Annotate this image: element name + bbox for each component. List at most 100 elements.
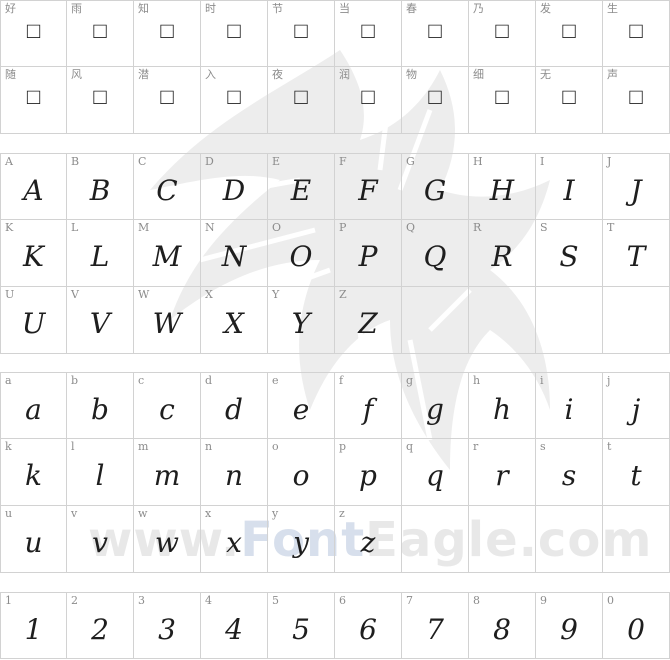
glyph-cell[interactable]: nn xyxy=(201,439,268,506)
missing-glyph-box: □ xyxy=(26,19,41,44)
glyph-cell[interactable]: rr xyxy=(469,439,536,506)
glyph-label: a xyxy=(5,374,12,387)
glyph-cell[interactable]: gg xyxy=(402,372,469,439)
glyph-cell[interactable]: 节 □ xyxy=(268,0,335,67)
glyph-cell[interactable]: ll xyxy=(67,439,134,506)
glyph-cell[interactable]: 夜 □ xyxy=(268,67,335,134)
glyph-cell[interactable]: 99 xyxy=(536,592,603,659)
glyph-cell[interactable]: YY xyxy=(268,287,335,354)
glyph-cell[interactable]: xx xyxy=(201,506,268,573)
glyph-cell[interactable]: 当 □ xyxy=(335,0,402,67)
glyph-cell[interactable]: ee xyxy=(268,372,335,439)
glyph-cell[interactable]: LL xyxy=(67,220,134,287)
glyph-cell[interactable]: 无 □ xyxy=(536,67,603,134)
glyph-cell[interactable]: hh xyxy=(469,372,536,439)
glyph-cell[interactable]: TT xyxy=(603,220,670,287)
glyph-cell[interactable]: UU xyxy=(0,287,67,354)
glyph-label: q xyxy=(406,440,414,453)
glyph-label: M xyxy=(138,221,150,234)
glyph-cell[interactable]: bb xyxy=(67,372,134,439)
glyph-cell[interactable]: 时 □ xyxy=(201,0,268,67)
glyph-cell[interactable]: yy xyxy=(268,506,335,573)
glyph-cell[interactable]: 物 □ xyxy=(402,67,469,134)
glyph-cell[interactable]: 入 □ xyxy=(201,67,268,134)
glyph-cell[interactable]: 33 xyxy=(134,592,201,659)
glyph-label: u xyxy=(5,507,13,520)
glyph-cell[interactable]: ff xyxy=(335,372,402,439)
glyph-cell[interactable]: 随 □ xyxy=(0,67,67,134)
glyph-cell[interactable]: NN xyxy=(201,220,268,287)
glyph-cell[interactable]: ZZ xyxy=(335,287,402,354)
glyph-cell[interactable]: 声 □ xyxy=(603,67,670,134)
glyph-cell[interactable]: dd xyxy=(201,372,268,439)
glyph-cell[interactable]: 55 xyxy=(268,592,335,659)
glyph-cell[interactable]: aa xyxy=(0,372,67,439)
glyph-cell[interactable]: 22 xyxy=(67,592,134,659)
glyph-cell[interactable]: oo xyxy=(268,439,335,506)
glyph-cell[interactable]: jj xyxy=(603,372,670,439)
missing-glyph-box: □ xyxy=(562,19,576,44)
glyph-cell[interactable]: qq xyxy=(402,439,469,506)
glyph-cell[interactable]: 00 xyxy=(603,592,670,659)
glyph-cell[interactable]: 春 □ xyxy=(402,0,469,67)
glyph-cell[interactable]: vv xyxy=(67,506,134,573)
glyph-cell[interactable]: 发 □ xyxy=(536,0,603,67)
glyph-cell[interactable]: VV xyxy=(67,287,134,354)
glyph-label: x xyxy=(205,507,212,520)
glyph-cell[interactable]: II xyxy=(536,153,603,220)
glyph-cell[interactable]: ww xyxy=(134,506,201,573)
glyph-label: i xyxy=(540,374,544,387)
glyph-cell[interactable]: SS xyxy=(536,220,603,287)
glyph-cell[interactable]: KK xyxy=(0,220,67,287)
glyph-cell[interactable]: CC xyxy=(134,153,201,220)
missing-glyph-box: □ xyxy=(26,85,41,110)
glyph-cell[interactable]: uu xyxy=(0,506,67,573)
glyph-cell[interactable]: QQ xyxy=(402,220,469,287)
glyph-cell[interactable]: cc xyxy=(134,372,201,439)
glyph-cell[interactable]: XX xyxy=(201,287,268,354)
glyph-sample: 1 xyxy=(24,613,43,646)
glyph-label: N xyxy=(205,221,215,234)
glyph-cell[interactable]: PP xyxy=(335,220,402,287)
glyph-cell[interactable]: mm xyxy=(134,439,201,506)
glyph-cell[interactable]: MM xyxy=(134,220,201,287)
glyph-cell[interactable]: AA xyxy=(0,153,67,220)
glyph-cell[interactable]: DD xyxy=(201,153,268,220)
glyph-label: T xyxy=(607,221,615,234)
glyph-sample: w xyxy=(155,526,179,559)
glyph-cell[interactable]: 乃 □ xyxy=(469,0,536,67)
glyph-cell[interactable]: tt xyxy=(603,439,670,506)
glyph-cell[interactable]: 知 □ xyxy=(134,0,201,67)
glyph-cell[interactable]: EE xyxy=(268,153,335,220)
glyph-cell[interactable]: FF xyxy=(335,153,402,220)
glyph-cell[interactable]: 44 xyxy=(201,592,268,659)
glyph-cell[interactable]: OO xyxy=(268,220,335,287)
glyph-label: Z xyxy=(339,288,347,301)
glyph-cell[interactable]: ss xyxy=(536,439,603,506)
glyph-cell[interactable]: 细 □ xyxy=(469,67,536,134)
glyph-cell[interactable]: HH xyxy=(469,153,536,220)
glyph-cell[interactable]: BB xyxy=(67,153,134,220)
glyph-sample: R xyxy=(491,240,513,273)
glyph-label: k xyxy=(5,440,12,453)
glyph-cell[interactable]: 润 □ xyxy=(335,67,402,134)
glyph-cell[interactable]: 88 xyxy=(469,592,536,659)
glyph-cell[interactable]: 77 xyxy=(402,592,469,659)
glyph-label: p xyxy=(339,440,347,453)
glyph-cell[interactable]: WW xyxy=(134,287,201,354)
glyph-cell[interactable]: GG xyxy=(402,153,469,220)
glyph-cell[interactable]: kk xyxy=(0,439,67,506)
glyph-cell[interactable]: JJ xyxy=(603,153,670,220)
glyph-cell[interactable]: ii xyxy=(536,372,603,439)
glyph-cell[interactable]: 潜 □ xyxy=(134,67,201,134)
glyph-cell[interactable]: 风 □ xyxy=(67,67,134,134)
glyph-cell[interactable]: RR xyxy=(469,220,536,287)
glyph-cell[interactable]: 生 □ xyxy=(603,0,670,67)
glyph-cell[interactable]: 好 □ xyxy=(0,0,67,67)
glyph-cell[interactable]: 雨 □ xyxy=(67,0,134,67)
glyph-label: U xyxy=(5,288,15,301)
glyph-cell[interactable]: 11 xyxy=(0,592,67,659)
glyph-cell[interactable]: 66 xyxy=(335,592,402,659)
glyph-cell[interactable]: pp xyxy=(335,439,402,506)
glyph-cell[interactable]: zz xyxy=(335,506,402,573)
